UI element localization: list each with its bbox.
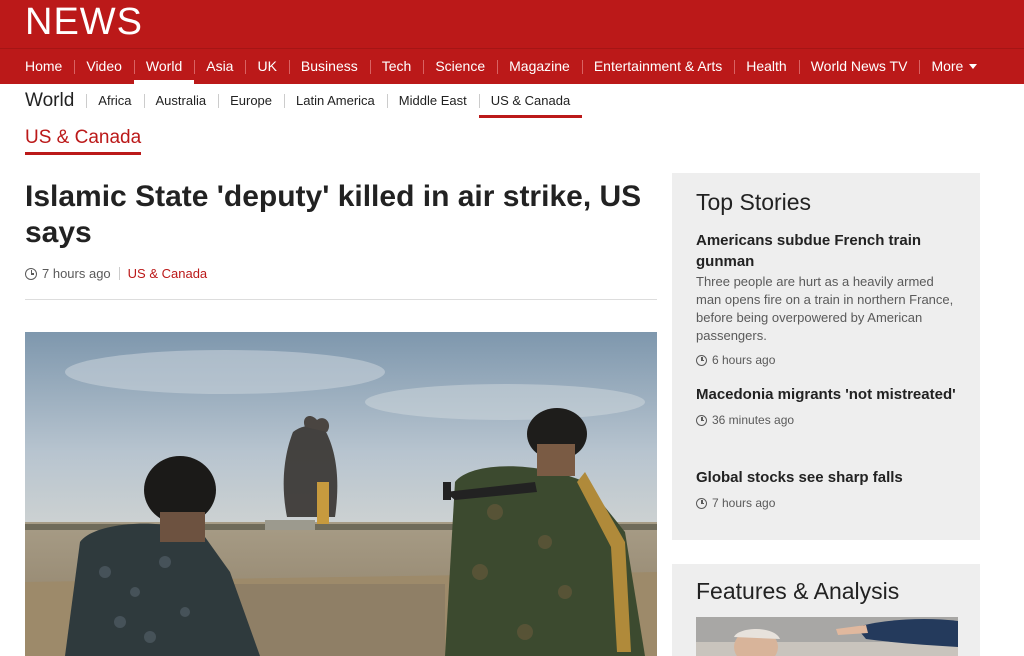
hero-photo xyxy=(25,332,657,656)
headline-divider xyxy=(25,299,657,300)
nav-item-business[interactable]: Business xyxy=(288,49,370,84)
feature-thumbnail[interactable] xyxy=(696,617,958,656)
story-time: 36 minutes ago xyxy=(696,413,958,427)
top-stories-panel: Top Stories Americans subdue French trai… xyxy=(672,173,980,540)
subnav-item-africa[interactable]: Africa xyxy=(86,84,143,118)
features-panel: Features & Analysis xyxy=(672,564,980,656)
features-title: Features & Analysis xyxy=(696,578,900,604)
caret-down-icon xyxy=(969,63,978,69)
nav-item-asia[interactable]: Asia xyxy=(194,49,245,84)
nav-item-magazine[interactable]: Magazine xyxy=(497,49,582,84)
article-hero-image xyxy=(25,332,657,656)
subnav-item-us-canada[interactable]: US & Canada xyxy=(478,84,583,118)
clock-icon xyxy=(696,497,707,509)
clock-icon xyxy=(25,267,37,280)
story-time: 6 hours ago xyxy=(696,353,958,367)
subnav-item-europe[interactable]: Europe xyxy=(218,84,284,118)
story-time: 7 hours ago xyxy=(696,496,958,510)
nav-item-more[interactable]: More xyxy=(919,49,989,84)
nav-item-health[interactable]: Health xyxy=(734,49,798,84)
story-title[interactable]: Macedonia migrants 'not mistreated' xyxy=(696,384,958,405)
story-item: Americans subdue French train gunman Thr… xyxy=(696,230,958,367)
nav-item-tech[interactable]: Tech xyxy=(369,49,424,84)
subnav-title[interactable]: World xyxy=(25,84,86,118)
story-item: Macedonia migrants 'not mistreated' 36 m… xyxy=(696,384,958,427)
nav-item-video[interactable]: Video xyxy=(74,49,134,84)
story-title[interactable]: Americans subdue French train gunman xyxy=(696,230,958,272)
nav-item-home[interactable]: Home xyxy=(25,49,74,84)
subnav-item-australia[interactable]: Australia xyxy=(143,84,219,118)
nav-item-uk[interactable]: UK xyxy=(245,49,288,84)
clock-icon xyxy=(696,354,707,366)
nav-item-world[interactable]: World xyxy=(133,49,195,84)
story-title[interactable]: Global stocks see sharp falls xyxy=(696,467,958,488)
story-summary: Three people are hurt as a heavily armed… xyxy=(696,274,954,343)
subnav-item-latin-america[interactable]: Latin America xyxy=(284,84,387,118)
article-headline: Islamic State 'deputy' killed in air str… xyxy=(25,180,642,249)
sub-nav: World Africa Australia Europe Latin Amer… xyxy=(25,84,582,118)
story-time-text: 6 hours ago xyxy=(712,353,776,367)
story-time-text: 7 hours ago xyxy=(712,496,776,510)
news-logo[interactable]: NEWS xyxy=(25,2,143,42)
story-item: Global stocks see sharp falls 7 hours ag… xyxy=(696,467,958,510)
section-title: US & Canada xyxy=(25,126,142,155)
top-stories-title: Top Stories xyxy=(696,189,812,215)
subnav-item-middle-east[interactable]: Middle East xyxy=(386,84,479,118)
nav-item-world-news-tv[interactable]: World News TV xyxy=(798,49,920,84)
nav-item-science[interactable]: Science xyxy=(423,49,497,84)
clock-icon xyxy=(696,414,707,426)
article-meta: 7 hours ago US & Canada xyxy=(25,266,207,281)
article-section-link[interactable]: US & Canada xyxy=(128,266,208,281)
article-time: 7 hours ago xyxy=(42,266,111,281)
main-nav: Home Video World Asia UK Business Tech S… xyxy=(0,48,1024,84)
meta-divider xyxy=(118,267,120,280)
feature-photo xyxy=(696,617,958,656)
story-time-text: 36 minutes ago xyxy=(712,413,795,427)
masthead: NEWS xyxy=(0,0,1024,48)
nav-more-label: More xyxy=(931,58,964,74)
nav-item-entertainment-arts[interactable]: Entertainment & Arts xyxy=(581,49,734,84)
